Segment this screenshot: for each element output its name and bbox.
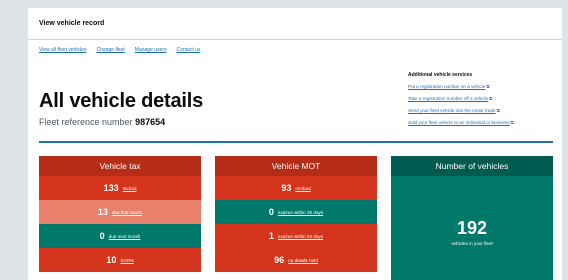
service-link-put-registration[interactable]: Put a registration number on a vehicle⧉: [408, 84, 560, 89]
external-link-icon: ⧉: [489, 96, 493, 101]
mot-expires-90-link[interactable]: expires within 90 days: [278, 234, 323, 239]
service-link-label: Sold your fleet vehicle to an individual…: [408, 120, 510, 125]
tax-row-sorn: 10 SORN: [39, 248, 201, 272]
page-container: View vehicle record View all fleet vehic…: [28, 8, 562, 280]
vehicle-count: 192: [456, 218, 488, 238]
service-link-take-registration[interactable]: Take a registration number off a vehicle…: [408, 96, 560, 101]
tax-row-due-this-month: 13 due this month: [39, 200, 201, 224]
nav-contact-us[interactable]: Contact us: [176, 47, 200, 53]
tax-sorn-link[interactable]: SORN: [120, 258, 133, 263]
nav-manage-users[interactable]: Manage users: [135, 47, 167, 53]
tax-taxbad-link[interactable]: taxbad: [123, 186, 137, 191]
tax-due-this-month-link[interactable]: due this month: [112, 210, 142, 215]
mot-count: 0: [268, 207, 274, 217]
external-link-icon: ⧉: [486, 84, 490, 89]
vehicle-tax-card: Vehicle tax 133 taxbad 13 due this month…: [39, 156, 201, 280]
mot-expires-30-link[interactable]: expires within 30 days: [278, 210, 323, 215]
vehicle-mot-title: Vehicle MOT: [215, 156, 377, 176]
mot-count: 1: [268, 231, 274, 241]
sub-navigation: View all fleet vehicles Change fleet Man…: [39, 47, 200, 53]
tax-row-taxbad: 133 taxbad: [39, 176, 201, 200]
fleet-reference-number: 987654: [135, 117, 166, 127]
mot-row-no-details: 96 no details held: [215, 248, 377, 272]
tax-count: 13: [97, 207, 108, 217]
mot-count: 96: [274, 255, 285, 265]
number-of-vehicles-title: Number of vehicles: [391, 156, 553, 176]
mot-row-expires-30: 0 expires within 30 days: [215, 200, 377, 224]
tax-count: 133: [103, 183, 119, 193]
additional-services-panel: Additional vehicle services Put a regist…: [408, 72, 560, 132]
tax-count: 10: [106, 255, 117, 265]
nav-change-fleet[interactable]: Change fleet: [96, 47, 124, 53]
tax-row-due-next-month: 0 due next month: [39, 224, 201, 248]
service-link-label: Send your fleet vehicle into the motor t…: [408, 108, 496, 113]
header-bar: View vehicle record: [28, 8, 562, 40]
tax-count: 0: [99, 231, 105, 241]
mot-no-details-link[interactable]: no details held: [288, 258, 318, 263]
additional-services-title: Additional vehicle services: [408, 72, 473, 78]
tax-due-next-month-link[interactable]: due next month: [109, 234, 141, 239]
vehicle-count-caption: vehicles in your fleet: [451, 241, 493, 246]
mot-count: 93: [281, 183, 292, 193]
section-divider: [39, 141, 553, 143]
page-title: All vehicle details: [39, 90, 204, 112]
nav-view-all-vehicles[interactable]: View all fleet vehicles: [39, 47, 86, 53]
app-title: View vehicle record: [39, 20, 105, 27]
external-link-icon: ⧉: [496, 108, 500, 113]
external-link-icon: ⧉: [510, 120, 514, 125]
vehicle-mot-card: Vehicle MOT 93 motbad 0 expires within 3…: [215, 156, 377, 280]
fleet-reference-label: Fleet reference number: [39, 117, 133, 127]
service-link-motor-trade[interactable]: Send your fleet vehicle into the motor t…: [408, 108, 560, 113]
vehicle-tax-title: Vehicle tax: [39, 156, 201, 176]
number-of-vehicles-card[interactable]: Number of vehicles 192 vehicles in your …: [391, 156, 553, 280]
mot-motbad-link[interactable]: motbad: [295, 186, 310, 191]
fleet-reference: Fleet reference number 987654: [39, 117, 165, 127]
service-link-label: Put a registration number on a vehicle: [408, 84, 486, 89]
mot-row-motbad: 93 motbad: [215, 176, 377, 200]
service-link-label: Take a registration number off a vehicle: [408, 96, 489, 101]
mot-row-expires-90: 1 expires within 90 days: [215, 224, 377, 248]
service-link-sold-vehicle[interactable]: Sold your fleet vehicle to an individual…: [408, 120, 560, 125]
